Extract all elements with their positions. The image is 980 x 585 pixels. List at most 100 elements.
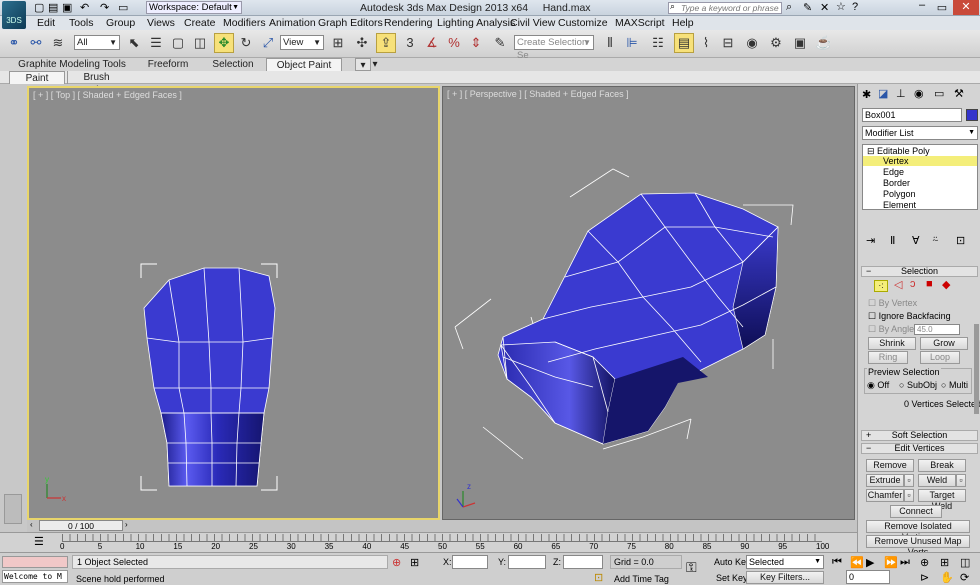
preview-off-radio[interactable]: ◉ Off (867, 380, 889, 391)
angle-snap-icon[interactable]: ∡ (422, 33, 442, 53)
link-icon[interactable]: ⚭ (4, 33, 24, 53)
display-tab-icon[interactable]: ▭ (934, 87, 944, 100)
menu-edit[interactable]: Edit (37, 16, 55, 30)
chamfer-button[interactable]: Chamfer (866, 489, 904, 502)
app-logo-icon[interactable]: 3DS (2, 1, 26, 29)
close-icon[interactable]: ✕ (953, 0, 979, 15)
save-file-icon[interactable]: ▣ (62, 1, 72, 14)
workspace-dropdown[interactable]: Workspace: Default ▼ (146, 1, 242, 14)
stack-element[interactable]: Element (883, 200, 916, 210)
menu-animation[interactable]: Animation (269, 16, 316, 30)
pan-icon[interactable]: ✋ (940, 571, 954, 584)
remove-modifier-icon[interactable]: ⍨ (932, 234, 939, 247)
current-frame-field[interactable]: 0 (846, 570, 890, 584)
border-mode-icon[interactable]: ↄ (910, 278, 916, 290)
search-icon[interactable]: ⌕ (786, 1, 792, 14)
help-icon[interactable]: ? (852, 1, 858, 13)
time-slider[interactable]: ‹ 0 / 100 › (27, 520, 857, 532)
time-slider-prev-icon[interactable]: ‹ (30, 520, 33, 529)
maxscript-mini-listener[interactable] (2, 556, 68, 568)
tab-graphite-modeling-tools[interactable]: Graphite Modeling Tools (18, 58, 126, 71)
command-panel-scrollbar[interactable] (974, 324, 979, 414)
spinner-snap-icon[interactable]: ⇕ (466, 33, 486, 53)
bind-space-warp-icon[interactable]: ≋ (48, 33, 68, 53)
field-of-view-icon[interactable]: ⊳ (920, 571, 929, 584)
material-editor-icon[interactable]: ◉ (742, 33, 762, 53)
minimize-icon[interactable]: ‒ (912, 0, 932, 11)
shrink-button[interactable]: Shrink (868, 337, 916, 350)
stack-edge[interactable]: Edge (883, 167, 904, 177)
edit-vertices-rollout-header[interactable]: − Edit Vertices (861, 443, 978, 454)
grow-button[interactable]: Grow (920, 337, 968, 350)
align-icon[interactable]: ⊫ (622, 33, 642, 53)
selection-filter-dropdown[interactable]: All ▼ (74, 35, 120, 50)
modifier-list-dropdown[interactable]: Modifier List ▼ (862, 126, 978, 140)
selection-rollout-header[interactable]: − Selection (861, 266, 978, 277)
prev-frame-icon[interactable]: ⏪ (850, 556, 864, 569)
tab-selection[interactable]: Selection (202, 58, 264, 71)
keyboard-shortcut-override-icon[interactable]: ⇪ (376, 33, 396, 53)
stack-border[interactable]: Border (883, 178, 910, 188)
object-color-swatch[interactable] (966, 109, 978, 121)
angle-spinner[interactable]: 45.0 (914, 324, 960, 335)
menu-lighting-analysis[interactable]: Lighting Analysis (437, 16, 515, 30)
edge-mode-icon[interactable]: ◁ (894, 278, 902, 291)
edit-named-selection-icon[interactable]: ✎ (490, 33, 510, 53)
element-mode-icon[interactable]: ◆ (942, 278, 950, 291)
select-manipulate-icon[interactable]: ✣ (352, 33, 372, 53)
render-setup-icon[interactable]: ⚙ (766, 33, 786, 53)
modify-tab-icon[interactable]: ◪ (878, 87, 888, 100)
by-vertex-checkbox[interactable]: ☐ By Vertex (868, 298, 917, 309)
maximize-viewport-icon[interactable]: ◫ (960, 556, 970, 569)
key-filters-button[interactable]: Key Filters... (746, 571, 824, 584)
viewport-perspective[interactable]: [ + ] [ Perspective ] [ Shaded + Edged F… (442, 86, 855, 520)
search-box[interactable]: ⌕ Type a keyword or phrase (668, 1, 782, 14)
render-production-icon[interactable]: ☕ (814, 33, 834, 53)
rectangular-selection-icon[interactable]: ▢ (168, 33, 188, 53)
hierarchy-tab-icon[interactable]: ⊥ (896, 87, 906, 100)
y-coordinate-field[interactable] (508, 555, 546, 569)
stack-polygon[interactable]: Polygon (883, 189, 916, 199)
tab-freeform[interactable]: Freeform (138, 58, 198, 71)
object-name-field[interactable]: Box001 (862, 108, 962, 122)
polygon-mode-icon[interactable]: ■ (926, 278, 933, 290)
menu-help[interactable]: Help (672, 16, 694, 30)
zoom-all-icon[interactable]: ⊞ (940, 556, 949, 569)
ribbon-options-icon[interactable]: ▾ (355, 58, 371, 71)
weld-button[interactable]: Weld (918, 474, 956, 487)
connect-button[interactable]: Connect (890, 505, 942, 518)
chamfer-settings-button[interactable]: ▫ (904, 489, 914, 502)
vertex-mode-button[interactable]: ·: (874, 280, 888, 292)
preview-subobj-radio[interactable]: ○ SubObj (899, 380, 937, 390)
soft-selection-rollout-header[interactable]: + Soft Selection (861, 430, 978, 441)
menu-graph-editors[interactable]: Graph Editors (318, 16, 383, 30)
menu-create[interactable]: Create (184, 16, 216, 30)
play-icon[interactable]: ▶ (866, 556, 874, 569)
subtab-brush-settings[interactable]: Brush Settings (67, 71, 125, 96)
tab-object-paint[interactable]: Object Paint (266, 58, 342, 71)
window-crossing-icon[interactable]: ◫ (190, 33, 210, 53)
rendered-frame-icon[interactable]: ▣ (790, 33, 810, 53)
unlink-icon[interactable]: ⚯ (26, 33, 46, 53)
ring-button[interactable]: Ring (868, 351, 908, 364)
utilities-tab-icon[interactable]: ⚒ (954, 87, 964, 100)
mini-curve-editor-icon[interactable]: ☰ (34, 535, 44, 548)
select-and-rotate-icon[interactable]: ↻ (236, 33, 256, 53)
reference-coordinate-dropdown[interactable]: View ▼ (280, 35, 324, 50)
menu-customize[interactable]: Customize (558, 16, 608, 30)
extrude-button[interactable]: Extrude (866, 474, 904, 487)
menu-views[interactable]: Views (147, 16, 175, 30)
redo-icon[interactable]: ↷ (100, 1, 109, 14)
subtab-paint-objects[interactable]: Paint Objects (9, 71, 65, 97)
preview-multi-radio[interactable]: ○ Multi (941, 380, 968, 390)
maxscript-output[interactable]: Welcome to M (2, 570, 68, 583)
layer-manager-icon[interactable]: ☷ (648, 33, 668, 53)
new-file-icon[interactable]: ▢ (34, 1, 44, 14)
viewport-top[interactable]: [ + ] [ Top ] [ Shaded + Edged Faces ] y (27, 86, 440, 520)
z-coordinate-field[interactable] (563, 555, 603, 569)
selected-dropdown[interactable]: Selected ▼ (746, 555, 824, 569)
favorites-icon[interactable]: ☆ (836, 0, 846, 13)
set-key-icon[interactable]: ⚿ (686, 559, 697, 576)
create-tab-icon[interactable]: ✱ (862, 88, 871, 101)
goto-start-icon[interactable]: ⏮ (832, 556, 842, 569)
